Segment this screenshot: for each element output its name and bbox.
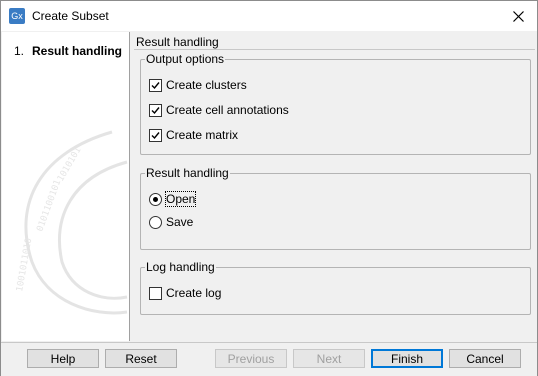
finish-button[interactable]: Finish — [371, 349, 443, 368]
close-icon — [512, 10, 524, 22]
create-log-checkbox[interactable]: Create log — [149, 285, 221, 301]
save-radio[interactable]: Save — [149, 214, 193, 230]
save-label: Save — [166, 215, 194, 229]
create-cell-annotations-label: Create cell annotations — [166, 103, 289, 117]
result-handling-legend: Result handling — [146, 166, 229, 180]
create-subset-dialog: Gx Create Subset 1. Result handling 10101… — [0, 0, 538, 376]
wizard-steps-panel: 1. Result handling 1010101 0101100101 100… — [2, 32, 130, 341]
checkbox-checked-icon — [149, 78, 162, 92]
cancel-button[interactable]: Cancel — [449, 349, 521, 368]
button-bar: Help Reset Previous Next Finish Cancel — [1, 342, 537, 376]
output-options-legend: Output options — [146, 52, 225, 66]
create-matrix-checkbox[interactable]: Create matrix — [149, 127, 238, 143]
close-button[interactable] — [507, 5, 529, 27]
window-title: Create Subset — [32, 9, 109, 23]
title-bar: Gx Create Subset — [1, 1, 537, 31]
help-button[interactable]: Help — [27, 349, 99, 368]
log-handling-group: Log handling Create log — [140, 261, 531, 315]
reset-button[interactable]: Reset — [105, 349, 177, 368]
app-icon: Gx — [9, 8, 25, 24]
previous-button[interactable]: Previous — [215, 349, 287, 368]
options-panel: Result handling Output options Create cl… — [130, 32, 537, 341]
log-handling-legend: Log handling — [146, 260, 215, 274]
next-button[interactable]: Next — [293, 349, 365, 368]
panel-title: Result handling — [136, 35, 219, 49]
radio-selected-icon — [149, 192, 162, 206]
create-clusters-checkbox[interactable]: Create clusters — [149, 77, 247, 93]
checkbox-checked-icon — [149, 103, 162, 117]
dna-watermark-icon: 1010101 0101100101 1001011010 — [15, 130, 128, 315]
create-clusters-label: Create clusters — [166, 78, 247, 92]
output-options-group: Output options Create clusters Create ce… — [140, 53, 531, 155]
wizard-step-result-handling[interactable]: 1. Result handling — [14, 44, 122, 58]
svg-text:1001011010: 1001011010 — [15, 237, 34, 292]
open-radio[interactable]: Open — [149, 191, 197, 207]
svg-text:0101100101: 0101100101 — [35, 179, 63, 233]
checkbox-unchecked-icon — [149, 286, 162, 300]
create-log-label: Create log — [166, 286, 222, 300]
create-matrix-label: Create matrix — [166, 128, 239, 142]
radio-unselected-icon — [149, 215, 162, 229]
checkbox-checked-icon — [149, 128, 162, 142]
step-label: Result handling — [32, 44, 122, 58]
create-cell-annotations-checkbox[interactable]: Create cell annotations — [149, 102, 289, 118]
result-handling-group: Result handling Open Save — [140, 167, 531, 250]
open-label: Open — [164, 191, 197, 207]
options-container: Output options Create clusters Create ce… — [134, 49, 535, 341]
step-number: 1. — [14, 44, 25, 58]
